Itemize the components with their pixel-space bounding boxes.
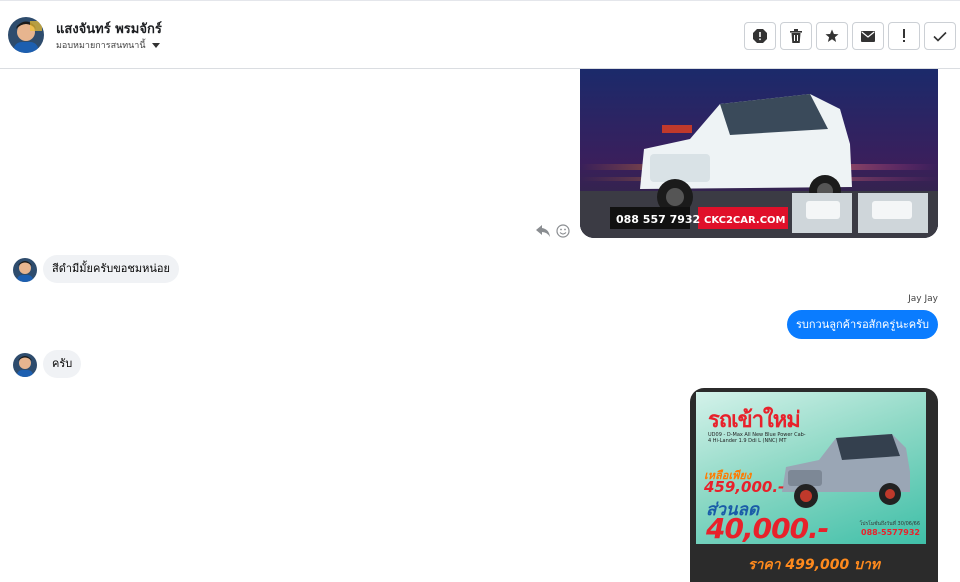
contact-avatar[interactable] — [8, 17, 44, 53]
car-ad-phone: 088 557 7932 — [616, 213, 700, 226]
envelope-icon — [861, 30, 875, 42]
contact-avatar-small — [13, 258, 37, 282]
car-ad-site: CKC2CAR.COM — [704, 215, 786, 226]
star-icon — [825, 29, 839, 42]
message-tools — [536, 224, 570, 238]
reply-icon[interactable] — [536, 225, 550, 237]
promo-banner: รถเข้าใหม่ UD09 - D-Max All New Blue Pow… — [696, 392, 926, 545]
contact-avatar-small — [13, 353, 37, 377]
promo-valid-date: โปรโมชั่นถึงวันที่ 30/06/66 — [859, 521, 920, 527]
header-actions — [744, 22, 956, 50]
delete-button[interactable] — [780, 22, 812, 50]
incoming-message[interactable]: สีดำมีมั้ยครับขอชมหน่อย — [43, 255, 179, 283]
promo-footer-price: ราคา 499,000 บาท — [747, 557, 881, 573]
promo-phone: 088-5577932 — [861, 528, 920, 537]
report-spam-icon — [753, 29, 767, 43]
trash-icon — [790, 29, 802, 43]
react-emoji-icon[interactable] — [556, 224, 570, 238]
mark-unread-button[interactable] — [852, 22, 884, 50]
report-button[interactable] — [744, 22, 776, 50]
promo-discount-value: 40,000.- — [706, 512, 829, 545]
chevron-down-icon — [151, 42, 160, 48]
check-icon — [933, 31, 947, 42]
outgoing-message[interactable]: รบกวนลูกค้ารอสักครู่นะครับ — [786, 310, 938, 339]
truck-illustration — [782, 434, 910, 508]
exclamation-icon — [903, 29, 905, 42]
contact-name: แสงจันทร์ พรมจักร์ — [56, 22, 162, 37]
sender-name: Jay Jay — [908, 294, 938, 304]
assign-conversation-dropdown[interactable]: มอบหมายการสนทนานี้ — [56, 38, 160, 52]
promo-image-message[interactable]: รถเข้าใหม่ UD09 - D-Max All New Blue Pow… — [690, 388, 938, 582]
conversation-header: แสงจันทร์ พรมจักร์ มอบหมายการสนทนานี้ — [0, 0, 960, 69]
follow-up-button[interactable] — [888, 22, 920, 50]
incoming-message[interactable]: ครับ — [43, 350, 82, 378]
done-button[interactable] — [924, 22, 956, 50]
assign-label: มอบหมายการสนทนานี้ — [56, 41, 146, 51]
star-button[interactable] — [816, 22, 848, 50]
car-image-message[interactable]: 088 557 7932 CKC2CAR.COM — [580, 69, 938, 238]
promo-price-now: 459,000.- — [704, 478, 785, 496]
car-photo: 088 557 7932 CKC2CAR.COM — [580, 69, 938, 238]
